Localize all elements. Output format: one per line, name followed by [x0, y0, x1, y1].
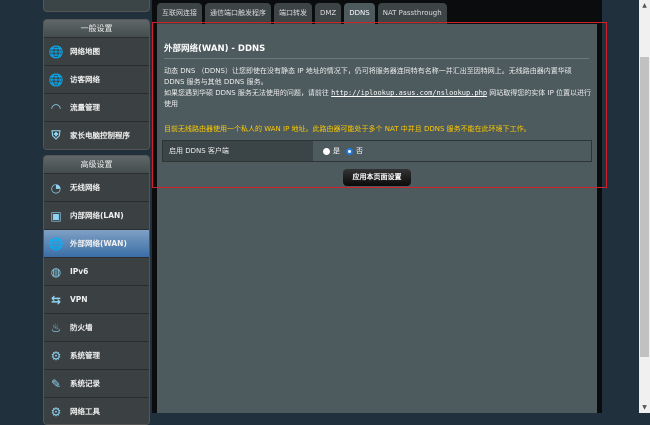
tab-nat-passthrough[interactable]: NAT Passthrough	[377, 3, 447, 24]
sidebar-item-firewall[interactable]: ♨ 防火墙	[44, 313, 149, 341]
tab-dmz[interactable]: DMZ	[315, 3, 342, 24]
sidebar-item-administration[interactable]: ⚙ 系统管理	[44, 341, 149, 369]
sidebar-item-wan[interactable]: 🌐 外部网络(WAN)	[44, 229, 149, 257]
advanced-settings-group: 高级设置 ◔ 无线网络 ▣ 内部网络(LAN) 🌐 外部网络(WAN) ◍ IPv6 ⇆…	[43, 155, 150, 425]
globe-icon: 🌐	[48, 236, 64, 251]
tab-internet-connection[interactable]: 互联网连接	[157, 3, 202, 24]
globe-map-icon: 🌐	[48, 44, 64, 59]
highlight-box	[152, 22, 607, 188]
general-settings-header: 一般设置	[44, 20, 149, 37]
tab-ddns[interactable]: DDNS	[344, 3, 375, 24]
scroll-down-icon[interactable]: ▼	[639, 404, 650, 411]
sidebar-item-label: 内部网络(LAN)	[70, 211, 124, 220]
sidebar-item-network-tools[interactable]: ⚙ 网络工具	[44, 397, 149, 424]
sidebar-item-label: VPN	[70, 295, 88, 304]
sidebar-item-wireless[interactable]: ◔ 无线网络	[44, 173, 149, 201]
sidebar-item-label: 无线网络	[70, 183, 100, 192]
scroll-up-icon[interactable]: ▲	[639, 2, 650, 9]
sidebar-item-parental-control[interactable]: ⛨ 家长电脑控制程序	[44, 121, 149, 149]
shield-lock-icon: ⛨	[51, 128, 61, 142]
gear-icon: ⚙	[50, 348, 62, 363]
wifi-icon: ◔	[50, 180, 62, 195]
sidebar-item-label: 家长电脑控制程序	[70, 131, 130, 140]
sidebar-item-label: 外部网络(WAN)	[70, 239, 127, 248]
sidebar-item-vpn[interactable]: ⇆ VPN	[44, 285, 149, 313]
sidebar-item-label: IPv6	[70, 267, 89, 276]
tab-port-trigger[interactable]: 通信端口触发程序	[205, 3, 271, 24]
sidebar-item-traffic-manager[interactable]: ◠ 流量管理	[44, 93, 149, 121]
lan-icon: ▣	[50, 208, 62, 223]
vpn-icon: ⇆	[50, 292, 62, 307]
sidebar-item-label: 系统管理	[70, 351, 100, 360]
sidebar-item-guest-network[interactable]: 🌐 访客网络	[44, 65, 149, 93]
scrollbar-thumb[interactable]	[640, 57, 649, 357]
tools-icon: ⚙	[50, 404, 62, 419]
ipv6-icon: ◍	[50, 264, 62, 279]
advanced-settings-header: 高级设置	[44, 156, 149, 173]
sidebar-item-label: 防火墙	[70, 323, 93, 332]
sidebar-item-label: 网络工具	[70, 407, 100, 416]
firewall-icon: ♨	[50, 320, 62, 335]
speedometer-icon: ◠	[51, 100, 61, 115]
sidebar-item-label: 系统记录	[70, 379, 100, 388]
sidebar-item-label: 访客网络	[70, 75, 100, 84]
tab-port-forwarding[interactable]: 端口转发	[274, 3, 312, 24]
guest-network-icon: 🌐	[48, 72, 64, 87]
sidebar-item-system-log[interactable]: ✎ 系统记录	[44, 369, 149, 397]
scrollbar[interactable]: ▲ ▼	[639, 0, 650, 413]
sidebar-item-ipv6[interactable]: ◍ IPv6	[44, 257, 149, 285]
sidebar-item-label: 流量管理	[70, 103, 100, 112]
sidebar-item-label: 网络地图	[70, 47, 100, 56]
log-icon: ✎	[50, 376, 62, 391]
sidebar-top-box	[43, 0, 150, 12]
sidebar-item-network-map[interactable]: 🌐 网络地图	[44, 37, 149, 65]
tab-bar: 互联网连接 通信端口触发程序 端口转发 DMZ DDNS NAT Passthr…	[157, 3, 447, 24]
sidebar-item-lan[interactable]: ▣ 内部网络(LAN)	[44, 201, 149, 229]
general-settings-group: 一般设置 🌐 网络地图 🌐 访客网络 ◠ 流量管理 ⛨ 家长电脑控制程序	[43, 19, 150, 150]
